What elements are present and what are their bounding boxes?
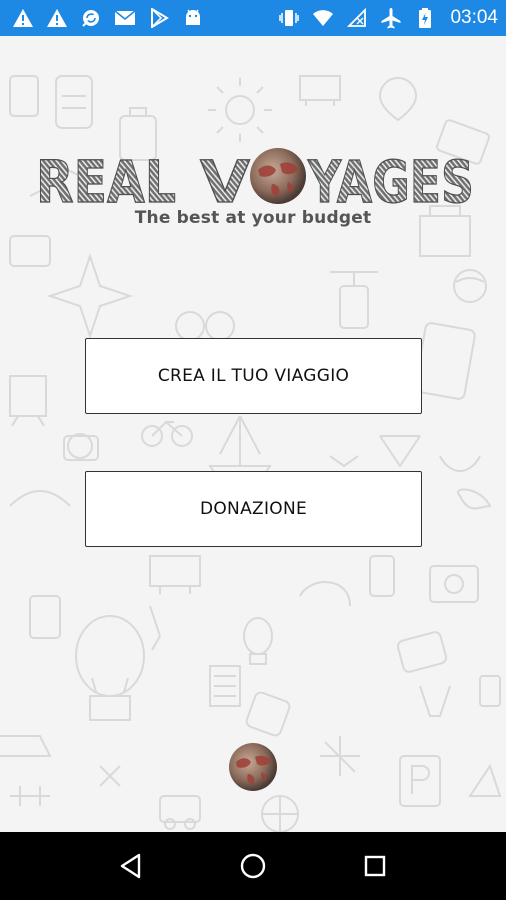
no-signal-icon (346, 7, 368, 29)
recents-button[interactable] (355, 846, 395, 886)
play-store-icon (148, 7, 170, 29)
back-icon (120, 853, 141, 879)
real-voyages-logo: REAL V YAGES (36, 147, 475, 208)
home-icon (240, 853, 266, 879)
status-bar: 03:04 (0, 0, 506, 36)
system-icons: 03:04 (278, 7, 498, 29)
clock: 03:04 (450, 7, 498, 28)
svg-text:V: V (200, 148, 250, 208)
airplane-icon (380, 7, 402, 29)
battery-icon (414, 7, 436, 29)
main-screen: REAL V YAGES The best at your budget CRE… (0, 36, 506, 832)
recents-icon (364, 855, 386, 877)
tagline: The best at your budget (134, 208, 372, 228)
globe-icon (229, 743, 277, 791)
svg-text:YAGES: YAGES (307, 148, 474, 208)
android-icon (182, 7, 204, 29)
back-button[interactable] (111, 846, 151, 886)
create-trip-button[interactable]: CREA IL TUO VIAGGIO (85, 338, 422, 414)
home-button[interactable] (233, 846, 273, 886)
sync-icon (80, 7, 102, 29)
navigation-bar (0, 832, 506, 900)
globe-icon (250, 148, 306, 204)
warning-icon (46, 7, 68, 29)
wifi-icon (312, 7, 334, 29)
warning-icon (12, 7, 34, 29)
mail-icon (114, 7, 136, 29)
notification-icons (12, 7, 204, 29)
svg-text:REAL: REAL (36, 148, 176, 208)
vibrate-icon (278, 7, 300, 29)
donation-button[interactable]: DONAZIONE (85, 471, 422, 547)
